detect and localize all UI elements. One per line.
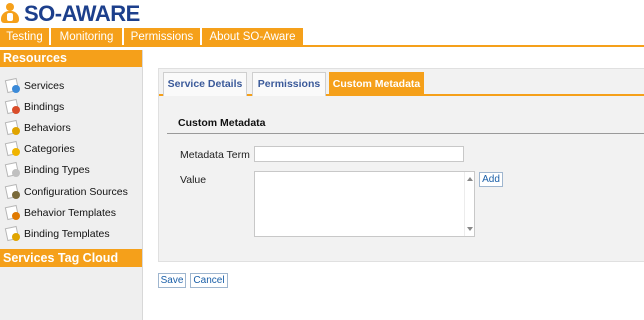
sidebar-item-label: Behavior Templates (24, 206, 117, 219)
sidebar-item-binding-templates[interactable]: Binding Templates (0, 223, 142, 244)
tab-service-details[interactable]: Service Details (163, 72, 247, 96)
services-icon (4, 77, 21, 94)
tab-custom-metadata[interactable]: Custom Metadata (329, 72, 424, 96)
tab-permissions[interactable]: Permissions (252, 72, 326, 96)
sidebar-item-categories[interactable]: Categories (0, 139, 142, 160)
value-label: Value (180, 174, 207, 186)
sidebar-item-behavior-templates[interactable]: Behavior Templates (0, 202, 142, 223)
logo-person-icon (0, 2, 22, 26)
nav-tab-monitoring[interactable]: Monitoring (51, 28, 123, 46)
sidebar-item-behaviors[interactable]: Behaviors (0, 117, 142, 138)
value-textarea[interactable] (254, 171, 475, 237)
services-tag-cloud-header[interactable]: Services Tag Cloud (0, 248, 142, 267)
sidebar-item-label: Categories (24, 143, 75, 156)
textarea-scrollbar[interactable] (464, 172, 474, 236)
cancel-button[interactable]: Cancel (190, 273, 228, 288)
metadata-term-label: Metadata Term (180, 149, 250, 161)
behaviors-icon (4, 119, 21, 136)
metadata-term-input[interactable] (254, 146, 464, 162)
behavior-templates-icon (4, 204, 21, 221)
sidebar-item-label: Binding Types (24, 164, 90, 177)
bindings-icon (4, 98, 21, 115)
panel-tabs: Service Details Permissions Custom Metad… (159, 69, 644, 96)
save-button[interactable]: Save (158, 273, 186, 288)
so-aware-logo[interactable]: SO-AWARE (0, 2, 140, 26)
resources-list: Services Bindings Behaviors Categories B… (0, 67, 142, 245)
section-title: Custom Metadata (178, 117, 266, 129)
metadata-panel: Service Details Permissions Custom Metad… (158, 68, 644, 262)
resources-header: Resources (0, 50, 142, 67)
header: SO-AWARE (0, 0, 644, 28)
nav-tab-about[interactable]: About SO-Aware (202, 28, 304, 46)
sidebar-item-configuration-sources[interactable]: Configuration Sources (0, 181, 142, 202)
top-nav: Testing Monitoring Permissions About SO-… (0, 28, 644, 47)
sidebar-item-label: Behaviors (24, 121, 71, 134)
sidebar: Resources Services Bindings Behaviors Ca… (0, 50, 143, 320)
sidebar-item-services[interactable]: Services (0, 75, 142, 96)
section-divider (167, 133, 644, 134)
add-button[interactable]: Add (479, 172, 503, 187)
scroll-up-icon[interactable] (467, 177, 473, 181)
nav-tab-testing[interactable]: Testing (0, 28, 50, 46)
nav-tab-permissions[interactable]: Permissions (124, 28, 201, 46)
sidebar-item-label: Bindings (24, 100, 65, 113)
categories-icon (4, 141, 21, 157)
sidebar-item-bindings[interactable]: Bindings (0, 96, 142, 117)
sidebar-item-label: Configuration Sources (24, 185, 128, 198)
configuration-sources-icon (4, 183, 21, 200)
scroll-down-icon[interactable] (467, 227, 473, 231)
sidebar-item-label: Binding Templates (24, 227, 110, 240)
logo-text: SO-AWARE (24, 1, 140, 26)
binding-types-icon (4, 162, 21, 178)
sidebar-item-label: Services (24, 79, 65, 92)
nav-underline (0, 45, 644, 47)
sidebar-item-binding-types[interactable]: Binding Types (0, 160, 142, 181)
binding-templates-icon (4, 225, 21, 242)
